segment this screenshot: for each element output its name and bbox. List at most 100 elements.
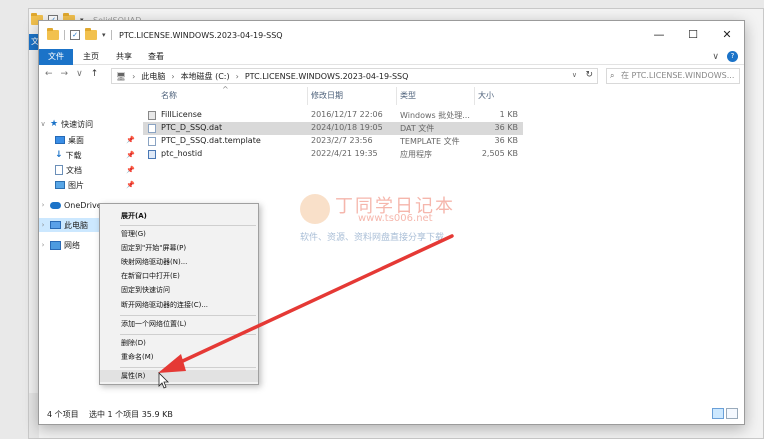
window-controls: — ☐ ✕ <box>642 21 744 49</box>
file-modified: 2023/2/7 23:56 <box>311 136 373 145</box>
table-row[interactable]: PTC_D_SSQ.dat 2024/10/18 19:05 DAT 文件 36… <box>143 122 523 135</box>
file-modified: 2024/10/18 19:05 <box>311 123 383 132</box>
file-name: FillLicense <box>161 110 202 119</box>
toolbar-separator <box>110 30 112 40</box>
nav-label: 图片 <box>68 180 84 190</box>
forward-arrow-icon[interactable]: → <box>61 69 69 79</box>
menu-item-rename[interactable]: 重命名(M) <box>100 351 258 363</box>
pc-small-icon: 🖥 <box>116 71 127 81</box>
close-button[interactable]: ✕ <box>710 21 744 49</box>
breadcrumb-local-disk[interactable]: 本地磁盘 (C:) <box>181 71 230 82</box>
file-size: 1 KB <box>499 110 518 119</box>
table-row[interactable]: FillLicense 2016/12/17 22:06 Windows 批处理… <box>143 109 523 122</box>
properties-check-icon[interactable]: ✓ <box>70 30 80 40</box>
nav-item-desktop[interactable]: 桌面 📌 <box>39 133 139 147</box>
file-type: TEMPLATE 文件 <box>400 137 460 146</box>
address-dropdown-icon[interactable]: ∨ <box>572 71 577 79</box>
table-row[interactable]: PTC_D_SSQ.dat.template 2023/2/7 23:56 TE… <box>143 135 523 148</box>
file-modified: 2016/12/17 22:06 <box>311 110 383 119</box>
column-header-name[interactable]: 名称 <box>161 87 177 105</box>
back-arrow-icon[interactable]: ← <box>45 69 53 79</box>
menu-item-map-network-drive[interactable]: 映射网络驱动器(N)... <box>100 256 258 268</box>
minimize-button[interactable]: — <box>642 21 676 49</box>
chevron-right-icon[interactable]: › <box>39 201 47 209</box>
chevron-right-icon[interactable]: › <box>39 241 47 249</box>
chevron-right-icon[interactable]: › <box>171 72 174 81</box>
menu-item-pin-start[interactable]: 固定到"开始"屏幕(P) <box>100 242 258 254</box>
column-divider[interactable] <box>396 87 397 105</box>
nav-item-quick-access[interactable]: ∨ ★ 快速访问 <box>39 117 139 131</box>
status-selection: 选中 1 个项目 35.9 KB <box>89 410 173 419</box>
dat-file-icon <box>148 124 156 133</box>
breadcrumb-current-folder[interactable]: PTC.LICENSE.WINDOWS.2023-04-19-SSQ <box>245 72 409 81</box>
star-icon: ★ <box>50 119 59 129</box>
up-arrow-icon[interactable]: ↑ <box>91 69 99 79</box>
column-header-modified[interactable]: 修改日期 <box>311 87 343 105</box>
refresh-icon[interactable]: ↻ <box>585 70 593 80</box>
template-file-icon <box>148 137 156 146</box>
chevron-right-icon[interactable]: › <box>39 221 47 229</box>
chevron-right-icon[interactable]: › <box>236 72 239 81</box>
file-size: 36 KB <box>494 123 518 132</box>
file-type: Windows 批处理... <box>400 111 470 120</box>
nav-label: 桌面 <box>68 135 84 145</box>
nav-item-documents[interactable]: 文档 📌 <box>39 163 139 177</box>
tab-file[interactable]: 文件 <box>39 49 73 65</box>
computer-icon <box>50 221 61 229</box>
tab-share[interactable]: 共享 <box>116 49 132 65</box>
nav-label: 快速访问 <box>61 119 94 129</box>
maximize-button[interactable]: ☐ <box>676 21 710 49</box>
tab-view[interactable]: 查看 <box>148 49 164 65</box>
pin-icon: 📌 <box>126 136 135 144</box>
pin-icon: 📌 <box>126 151 135 159</box>
ribbon-right-controls: ∨ ? <box>712 51 738 62</box>
column-divider[interactable] <box>307 87 308 105</box>
search-placeholder: 在 PTC.LICENSE.WINDOWS... <box>621 71 735 80</box>
chevron-right-icon[interactable]: › <box>132 72 135 81</box>
menu-item-properties[interactable]: 属性(R) <box>100 370 258 382</box>
recent-locations-icon[interactable]: ∨ <box>76 69 83 79</box>
window-title: PTC.LICENSE.WINDOWS.2023-04-19-SSQ <box>119 31 283 40</box>
search-input[interactable]: ⌕ 在 PTC.LICENSE.WINDOWS... <box>606 68 740 84</box>
chevron-down-icon[interactable]: ∨ <box>39 120 47 128</box>
file-name: PTC_D_SSQ.dat.template <box>161 136 261 145</box>
menu-item-expand[interactable]: 展开(A) <box>100 210 258 222</box>
menu-item-manage[interactable]: 管理(G) <box>100 228 258 240</box>
menu-item-disconnect-drive[interactable]: 断开网络驱动器的连接(C)... <box>100 299 258 311</box>
file-name: ptc_hostid <box>161 149 203 158</box>
large-icons-view-icon[interactable] <box>726 408 738 419</box>
menu-item-open-new-window[interactable]: 在新窗口中打开(E) <box>100 270 258 282</box>
application-icon <box>148 150 156 159</box>
details-view-icon[interactable] <box>712 408 724 419</box>
breadcrumb-this-pc[interactable]: 此电脑 <box>141 71 165 82</box>
table-row[interactable]: ptc_hostid 2022/4/21 19:35 应用程序 2,505 KB <box>143 148 523 161</box>
nav-label: 文档 <box>66 165 82 175</box>
menu-item-pin-quick-access[interactable]: 固定到快速访问 <box>100 284 258 296</box>
address-bar[interactable]: 🖥 › 此电脑 › 本地磁盘 (C:) › PTC.LICENSE.WINDOW… <box>111 68 598 84</box>
address-bar-row: ← → ∨ ↑ 🖥 › 此电脑 › 本地磁盘 (C:) › PTC.LICENS… <box>39 65 744 87</box>
file-type: DAT 文件 <box>400 124 435 133</box>
file-name: PTC_D_SSQ.dat <box>161 123 223 132</box>
document-icon <box>55 165 63 175</box>
menu-item-add-network-location[interactable]: 添加一个网络位置(L) <box>100 318 258 330</box>
column-divider[interactable] <box>474 87 475 105</box>
search-icon: ⌕ <box>610 71 615 80</box>
new-folder-icon[interactable] <box>85 28 97 40</box>
network-icon <box>50 240 61 250</box>
file-size: 36 KB <box>494 136 518 145</box>
column-header-type[interactable]: 类型 <box>400 87 416 105</box>
nav-item-downloads[interactable]: ↓ 下载 📌 <box>39 148 139 162</box>
title-bar: ✓ ▾ PTC.LICENSE.WINDOWS.2023-04-19-SSQ —… <box>39 21 744 49</box>
menu-divider <box>120 225 256 226</box>
customize-toolbar-icon[interactable]: ▾ <box>102 31 106 39</box>
nav-item-pictures[interactable]: 图片 📌 <box>39 178 139 192</box>
tab-home[interactable]: 主页 <box>83 49 99 65</box>
menu-divider <box>120 334 256 335</box>
column-header-size[interactable]: 大小 <box>478 87 494 105</box>
expand-ribbon-icon[interactable]: ∨ <box>712 52 719 62</box>
context-menu: 展开(A) 管理(G) 固定到"开始"屏幕(P) 映射网络驱动器(N)... 在… <box>99 203 259 385</box>
menu-item-delete[interactable]: 删除(D) <box>100 337 258 349</box>
menu-divider <box>120 367 256 368</box>
file-size: 2,505 KB <box>481 149 518 158</box>
help-icon[interactable]: ? <box>727 51 738 62</box>
